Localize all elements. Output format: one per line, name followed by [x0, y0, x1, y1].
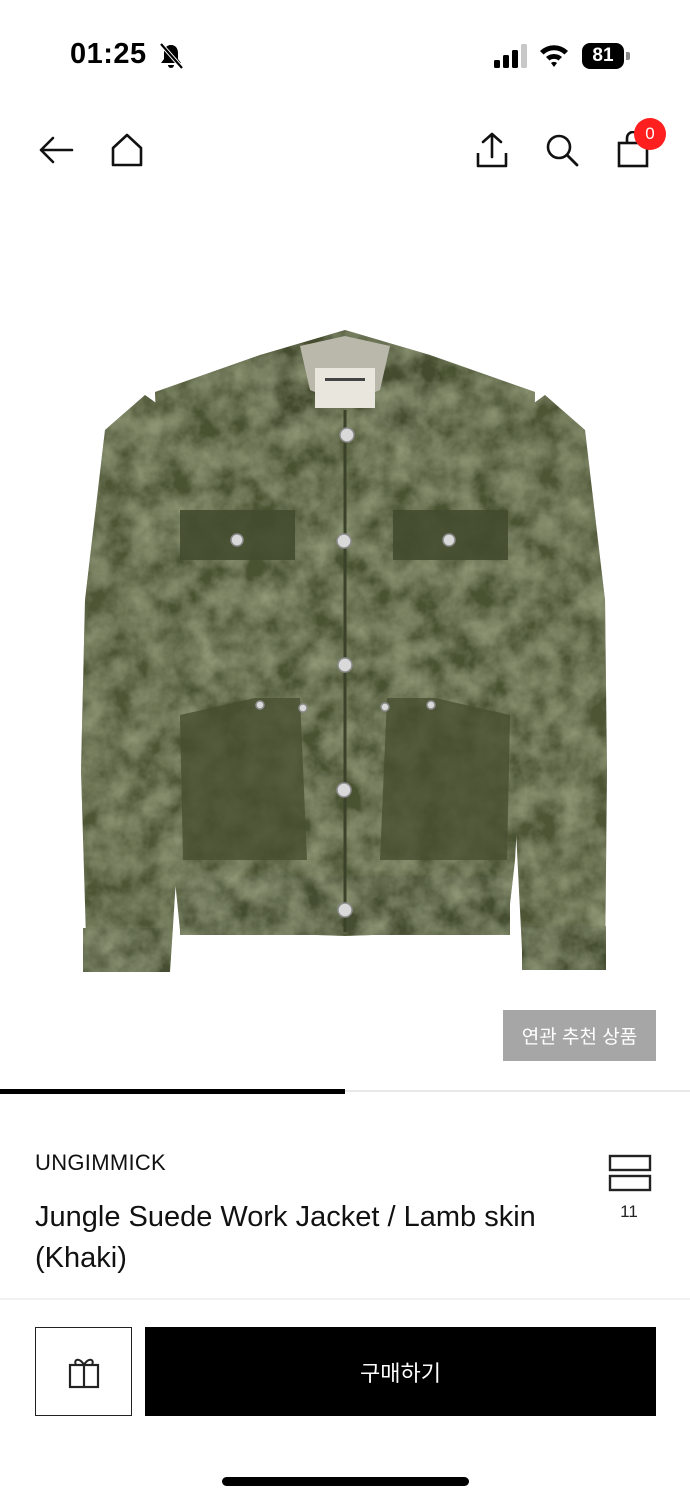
- share-button[interactable]: [468, 126, 516, 174]
- brand-name[interactable]: UNGIMMICK: [35, 1150, 166, 1176]
- status-time: 01:25: [70, 38, 147, 70]
- back-button[interactable]: [32, 126, 80, 174]
- product-title: Jungle Suede Work Jacket / Lamb skin (Kh…: [35, 1201, 536, 1274]
- bell-slash-icon: [159, 42, 184, 70]
- gift-icon: [68, 1358, 99, 1388]
- battery-level: 81: [582, 43, 624, 69]
- arrow-left-icon: [39, 136, 74, 164]
- search-icon: [546, 134, 579, 167]
- home-indicator[interactable]: [222, 1477, 469, 1486]
- share-upload-icon: [476, 132, 508, 168]
- stacked-rectangles-icon: [608, 1154, 652, 1192]
- battery-indicator: 81: [582, 43, 630, 69]
- buy-button[interactable]: 구매하기: [145, 1327, 656, 1416]
- product-image[interactable]: [75, 300, 615, 990]
- wifi-icon: [540, 45, 568, 67]
- cellular-signal-icon: [494, 44, 527, 68]
- search-button[interactable]: [538, 126, 586, 174]
- home-icon: [111, 133, 143, 167]
- home-button[interactable]: [103, 126, 151, 174]
- wishlist-count: 11: [620, 1202, 638, 1221]
- gallery-progress-fill: [0, 1089, 345, 1094]
- top-nav-bar: [0, 118, 690, 182]
- cart-count-badge: 0: [634, 118, 666, 150]
- status-bar: 01:25 81: [0, 0, 690, 110]
- wishlist-button[interactable]: 11: [600, 1152, 658, 1232]
- battery-cap: [626, 52, 630, 60]
- related-products-button[interactable]: 연관 추천 상품: [503, 1010, 656, 1061]
- section-divider: [0, 1298, 690, 1300]
- gift-button[interactable]: [35, 1327, 132, 1416]
